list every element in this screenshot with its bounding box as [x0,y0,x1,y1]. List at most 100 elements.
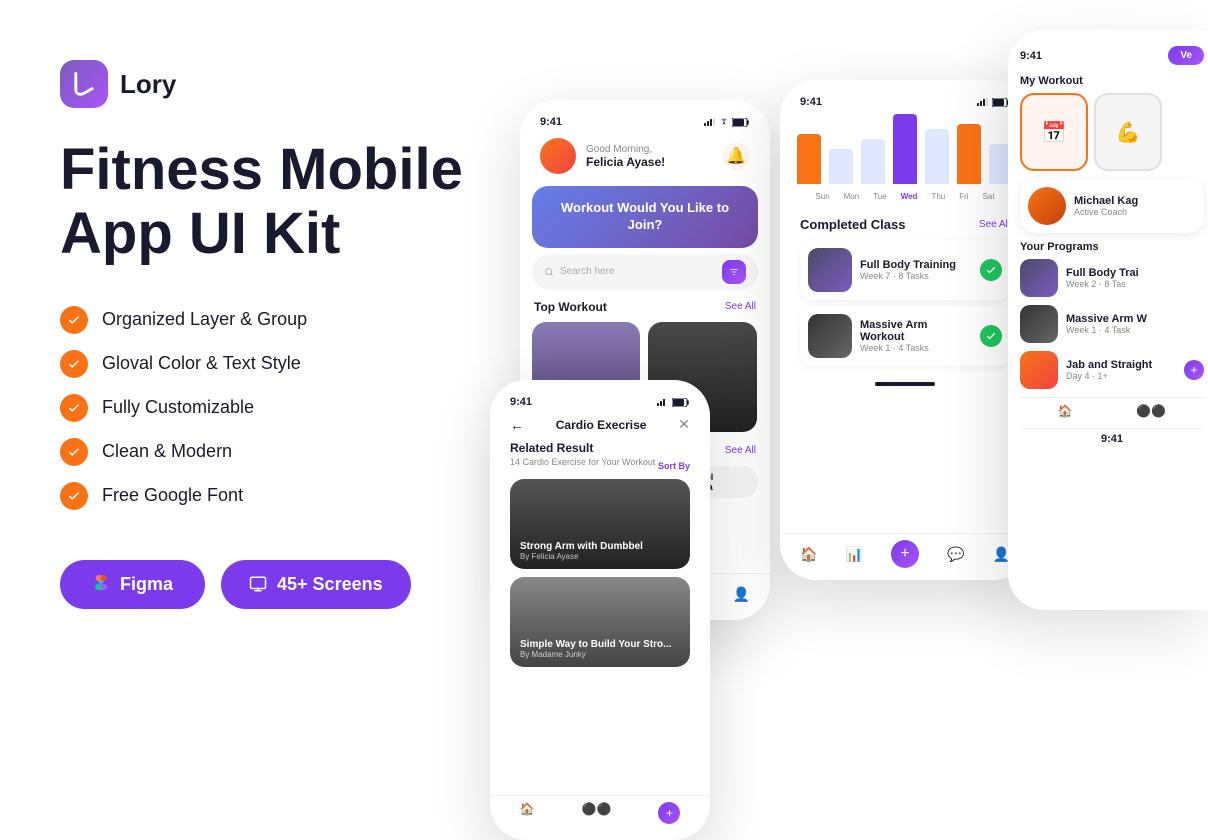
phone-cardio-screen: 9:41 ← Cardio Execrise ✕ Related Result … [490,380,710,840]
partial-prog-info-3: Jab and Straight Day 4 · 1+ [1066,359,1176,381]
class-img-1 [808,248,852,292]
search-icon [544,267,554,277]
cardio-title: Cardio Execrise [530,418,672,432]
feature-item-1: Organized Layer & Group [60,306,490,334]
workout-section-header: Top Workout See All [532,296,758,318]
back-row: ← Cardio Execrise ✕ [510,416,690,433]
feature-item-5: Free Google Font [60,482,490,510]
chart-bar-sun [797,134,821,184]
filter-icon [729,267,739,277]
feature-item-2: Gloval Color & Text Style [60,350,490,378]
battery-icon [732,118,750,127]
status-icons-4 [657,398,690,407]
completed-header: Completed Class See All [800,217,1010,232]
activity-chart [792,112,1018,192]
close-button[interactable]: ✕ [678,416,690,433]
filter-button[interactable] [722,260,746,284]
workout-banner: Workout Would You Like to Join? [532,186,758,248]
partial-program-2[interactable]: Massive Arm W Week 1 · 4 Task [1020,305,1204,343]
phone-completed: 9:41 Sun Mon Tue Wed [780,80,1030,580]
partial-coach-avatar [1028,187,1066,225]
check-icon-1 [60,306,88,334]
related-title: Related Result [510,441,690,455]
phones-area: 9:41 Good Morning, Felicia Ayase! 🔔 Work… [490,0,1208,840]
back-arrow[interactable]: ← [510,417,524,433]
feature-item-3: Fully Customizable [60,394,490,422]
chart-bar-thu [925,129,949,184]
buttons-row: Figma 45+ Screens [60,560,490,609]
left-section: Lory Fitness Mobile App UI Kit Organized… [60,60,490,609]
check-icon-3 [60,394,88,422]
mini-card-daily[interactable]: 📅 [1020,93,1088,171]
nav-user[interactable]: 👤 [733,586,750,603]
chart-bar-wed [893,114,917,184]
verify-button[interactable]: Ve [1168,46,1204,65]
check-svg-2 [985,330,997,342]
related-subtitle: 14 Cardio Exercise for Your Workout [510,457,655,467]
nav-chart-2[interactable]: 📊 [846,546,863,563]
mini-workout-cards: 📅 💪 [1020,93,1204,171]
partial-prog-info-1: Full Body Trai Week 2 · 8 Tas [1066,267,1204,289]
user-avatar [540,138,576,174]
partial-nav-dots[interactable]: ⚫⚫ [1136,404,1166,418]
check-icon-5 [60,482,88,510]
add-partial-btn[interactable]: + [1184,360,1204,380]
exercise-1-label: Strong Arm with Dumbbel By Felicia Ayase [520,541,643,561]
nav-home-2[interactable]: 🏠 [800,546,817,563]
chart-bar-fri [957,124,981,184]
status-icons-1 [704,118,750,127]
sort-button[interactable]: Sort By [658,461,690,471]
class-img-2 [808,314,852,358]
phone-cardio: 9:41 ← Cardio Execrise ✕ Related Result … [490,380,710,840]
status-icons-2 [977,98,1010,107]
partial-coach-info: Michael Kag Active Coach [1074,195,1138,217]
headline: Fitness Mobile App UI Kit [60,138,490,266]
check-icon-2 [60,350,88,378]
greeting-area: Good Morning, Felicia Ayase! [576,144,722,169]
partial-coach-card[interactable]: Michael Kag Active Coach [1020,179,1204,233]
nav-bar-4: 🏠 ⚫⚫ + [490,795,710,830]
search-bar[interactable]: Search here [532,254,758,290]
status-bar-1: 9:41 [532,112,758,132]
partial-program-1[interactable]: Full Body Trai Week 2 · 8 Tas [1020,259,1204,297]
partial-prog-img-2 [1020,305,1058,343]
check-svg-1 [985,264,997,276]
figma-button[interactable]: Figma [60,560,205,609]
home-indicator-2 [792,380,1018,390]
nav-home-4[interactable]: 🏠 [520,802,535,824]
screens-icon [249,575,267,593]
partial-programs-title: Your Programs [1020,241,1204,253]
partial-inner: 9:41 Ve My Workout 📅 💪 Michael Kag Activ… [1008,30,1208,457]
figma-icon [92,575,110,593]
features-list: Organized Layer & Group Gloval Color & T… [60,306,490,510]
partial-nav: 🏠 ⚫⚫ [1020,397,1204,424]
class-check-1 [980,259,1002,281]
screens-button[interactable]: 45+ Screens [221,560,411,609]
class-item-1[interactable]: Full Body Training Week 7 · 8 Tasks [800,240,1010,300]
profile-section-partial: 9:41 [1020,428,1204,445]
exercise-card-1[interactable]: Strong Arm with Dumbbel By Felicia Ayase [510,479,690,569]
class-item-2[interactable]: Massive Arm Workout Week 1 · 4 Tasks [800,306,1010,366]
mini-card-next[interactable]: 💪 [1094,93,1162,171]
wifi-icon [719,118,729,126]
chart-bar-tue [861,139,885,184]
profile-time: 9:41 [1020,433,1204,445]
nav-chat-2[interactable]: 💬 [947,546,964,563]
partial-prog-info-2: Massive Arm W Week 1 · 4 Task [1066,313,1204,335]
nav-add-fab-2[interactable]: + [891,540,919,568]
exercise-2-label: Simple Way to Build Your Stro... By Mada… [520,639,672,659]
nav-add-fab-4[interactable]: + [658,802,680,824]
feature-item-4: Clean & Modern [60,438,490,466]
partial-nav-home[interactable]: 🏠 [1058,404,1073,418]
logo-area: Lory [60,60,490,108]
notification-bell[interactable]: 🔔 [722,142,750,170]
signal-icon [704,118,716,126]
nav-dots-4[interactable]: ⚫⚫ [582,802,612,824]
brand-name: Lory [120,69,176,100]
partial-program-3[interactable]: Jab and Straight Day 4 · 1+ + [1020,351,1204,389]
logo-icon [60,60,108,108]
chart-labels: Sun Mon Tue Wed Thu Fri Sat [792,192,1018,201]
exercise-card-2[interactable]: Simple Way to Build Your Stro... By Mada… [510,577,690,667]
partial-status: 9:41 Ve [1020,42,1204,69]
partial-prog-img-3 [1020,351,1058,389]
